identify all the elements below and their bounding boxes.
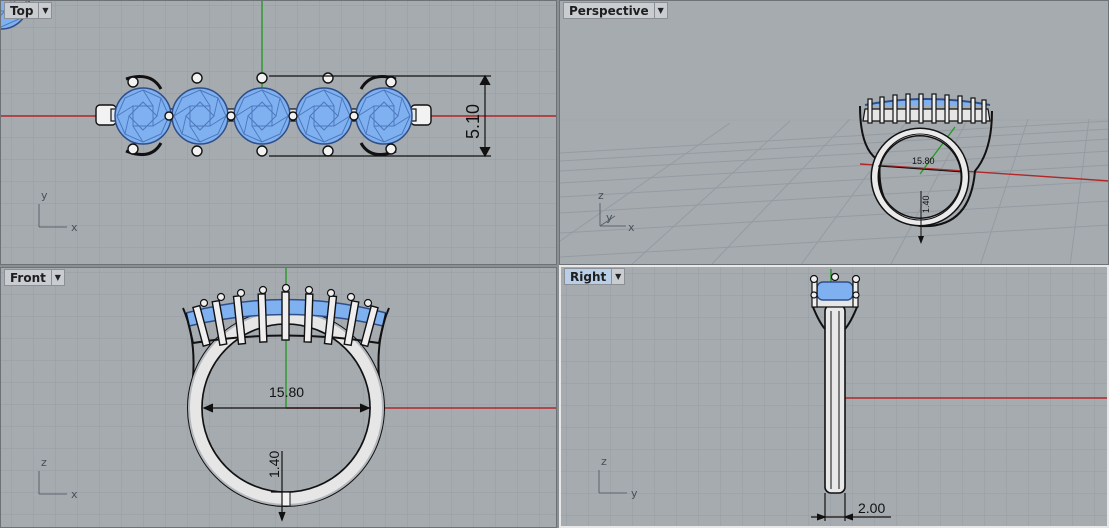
chevron-down-icon[interactable]: ▼ <box>50 269 65 286</box>
viewport-front[interactable]: 15.80 1.40 z x Front ▼ <box>0 267 557 528</box>
viewport-tab-right[interactable]: Right ▼ <box>564 268 626 285</box>
axis-widget <box>599 203 626 227</box>
viewport-title[interactable]: Front <box>4 269 51 286</box>
axis-label-b: y <box>606 211 613 224</box>
chevron-down-icon[interactable]: ▼ <box>653 2 668 19</box>
axis-label-a: z <box>598 189 604 202</box>
axis-label-b: x <box>71 488 78 501</box>
axis-label-a: z <box>601 455 607 468</box>
viewport-right[interactable]: 2.00 z y Right ▼ <box>559 265 1109 528</box>
dim-thickness-text: 1.40 <box>266 451 282 478</box>
top-view-canvas[interactable]: 5.10 y x <box>1 1 557 265</box>
dim-width-text: 2.00 <box>858 500 885 516</box>
perspective-view-canvas[interactable]: 15.80 1.40 z y x <box>560 1 1109 265</box>
axis-label-a: y <box>41 189 48 202</box>
axis-label-b: y <box>631 487 638 500</box>
viewport-tab-perspective[interactable]: Perspective ▼ <box>563 2 668 19</box>
dim-height-text: 5.10 <box>463 104 483 139</box>
viewport-tab-top[interactable]: Top ▼ <box>4 2 53 19</box>
viewport-title[interactable]: Perspective <box>563 2 654 19</box>
axis-label-a: z <box>41 456 47 469</box>
viewport-tab-front[interactable]: Front ▼ <box>4 269 65 286</box>
front-view-canvas[interactable]: 15.80 1.40 z x <box>1 268 557 528</box>
axis-label-b: x <box>71 221 78 234</box>
viewport-top[interactable]: 5.10 y x Top ▼ <box>0 0 557 265</box>
viewport-perspective[interactable]: 15.80 1.40 z y x Perspective ▼ <box>559 0 1109 265</box>
chevron-down-icon[interactable]: ▼ <box>38 2 53 19</box>
chevron-down-icon[interactable]: ▼ <box>611 268 626 285</box>
perspective-ring <box>859 93 993 244</box>
x-axis-line <box>859 163 1108 182</box>
viewport-title[interactable]: Right <box>564 268 612 285</box>
dim-thickness-text: 1.40 <box>921 195 931 213</box>
right-view-canvas[interactable]: 2.00 z y <box>561 267 1107 526</box>
dim-diameter-text: 15.80 <box>269 384 304 400</box>
axis-label-c: x <box>628 221 635 234</box>
viewport-title[interactable]: Top <box>4 2 39 19</box>
dim-diameter-text: 15.80 <box>912 156 935 166</box>
